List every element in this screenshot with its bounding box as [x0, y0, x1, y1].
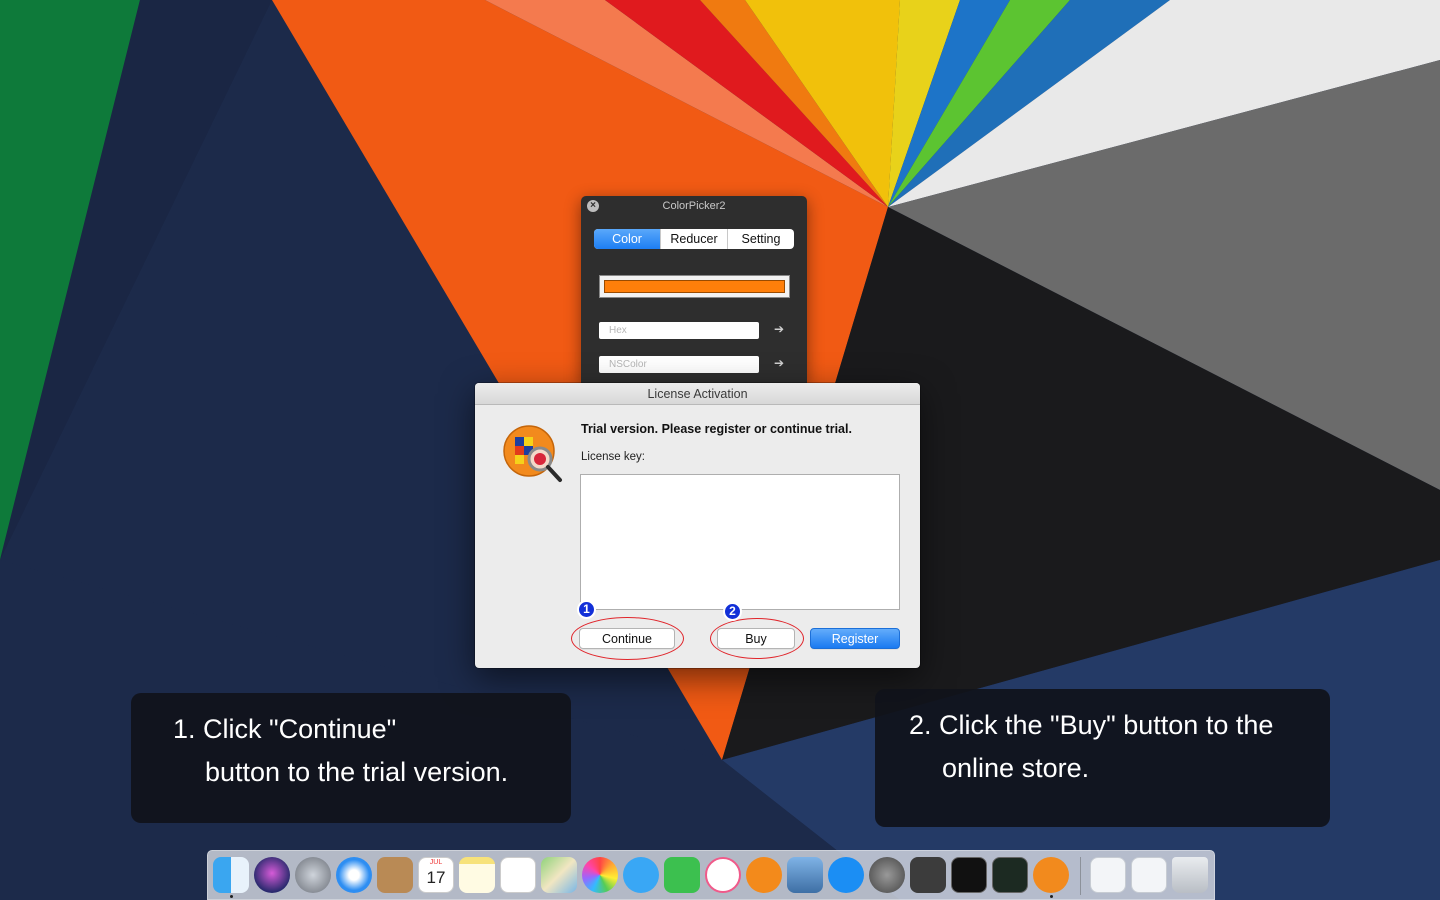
system-preferences-icon[interactable]	[869, 857, 905, 893]
callout-step-1-line2: button to the trial version.	[205, 757, 509, 787]
documents-stack-icon[interactable]	[1131, 857, 1167, 893]
dock: JUL 17	[207, 850, 1215, 900]
ibooks-icon[interactable]	[746, 857, 782, 893]
calendar-day: 17	[426, 868, 446, 887]
license-key-input[interactable]	[580, 474, 900, 610]
license-activation-dialog: License Activation Trial version. Please…	[475, 383, 920, 668]
messages-icon[interactable]	[623, 857, 659, 893]
tab-color[interactable]: Color	[594, 229, 660, 249]
preview-icon[interactable]	[787, 857, 823, 893]
arrow-right-icon[interactable]: ➔	[774, 321, 784, 338]
photos-icon[interactable]	[582, 857, 618, 893]
itunes-icon[interactable]	[705, 857, 741, 893]
callout-step-1-line1: 1. Click "Continue"	[173, 714, 397, 744]
colorpicker-tabs: Color Reducer Setting	[594, 229, 794, 249]
step-1-badge: 1	[577, 600, 596, 619]
step-2-badge: 2	[723, 602, 742, 621]
maps-icon[interactable]	[541, 857, 577, 893]
current-color-swatch	[604, 280, 785, 293]
colorpicker-app-icon	[503, 425, 562, 482]
colorpicker-title: ColorPicker2	[662, 200, 726, 212]
callout-step-2-line2: online store.	[942, 753, 1090, 783]
activity-monitor-icon[interactable]	[992, 857, 1028, 893]
tab-reducer[interactable]: Reducer	[660, 229, 727, 249]
callout-step-2: 2. Click the "Buy" button to the online …	[875, 689, 1330, 827]
colorpicker-titlebar: × ColorPicker2	[581, 196, 807, 215]
dialog-title: License Activation	[475, 383, 920, 405]
safari-icon[interactable]	[336, 857, 372, 893]
colorpicker-window: × ColorPicker2 Color Reducer Setting Hex…	[581, 196, 807, 386]
facetime-icon[interactable]	[664, 857, 700, 893]
dialog-heading: Trial version. Please register or contin…	[581, 422, 852, 436]
reminders-icon[interactable]	[500, 857, 536, 893]
app-store-icon[interactable]	[828, 857, 864, 893]
continue-highlight-ring	[571, 617, 684, 660]
nscolor-field[interactable]: NSColor	[599, 356, 759, 373]
running-indicator	[230, 895, 233, 898]
trash-icon[interactable]	[1172, 857, 1208, 893]
tab-setting[interactable]: Setting	[727, 229, 794, 249]
register-button[interactable]: Register	[810, 628, 900, 649]
siri-icon[interactable]	[254, 857, 290, 893]
running-indicator	[1050, 895, 1053, 898]
downloads-stack-icon[interactable]	[1090, 857, 1126, 893]
calendar-month: JUL	[429, 859, 443, 866]
launchpad-icon[interactable]	[295, 857, 331, 893]
license-key-label: License key:	[581, 451, 645, 463]
callout-step-2-line1: 2. Click the "Buy" button to the	[909, 710, 1274, 740]
terminal-icon[interactable]	[951, 857, 987, 893]
sublime-text-icon[interactable]	[910, 857, 946, 893]
notes-icon[interactable]	[459, 857, 495, 893]
colorpicker-dock-icon[interactable]	[1033, 857, 1069, 893]
close-icon[interactable]: ×	[587, 200, 599, 212]
contacts-icon[interactable]	[377, 857, 413, 893]
dock-separator	[1080, 857, 1081, 895]
arrow-right-icon[interactable]: ➔	[774, 355, 784, 372]
calendar-icon[interactable]: JUL 17	[418, 857, 454, 893]
callout-step-1: 1. Click "Continue" button to the trial …	[131, 693, 571, 823]
buy-highlight-ring	[710, 618, 804, 659]
color-well[interactable]	[599, 275, 790, 298]
finder-icon[interactable]	[213, 857, 249, 893]
hex-field[interactable]: Hex	[599, 322, 759, 339]
